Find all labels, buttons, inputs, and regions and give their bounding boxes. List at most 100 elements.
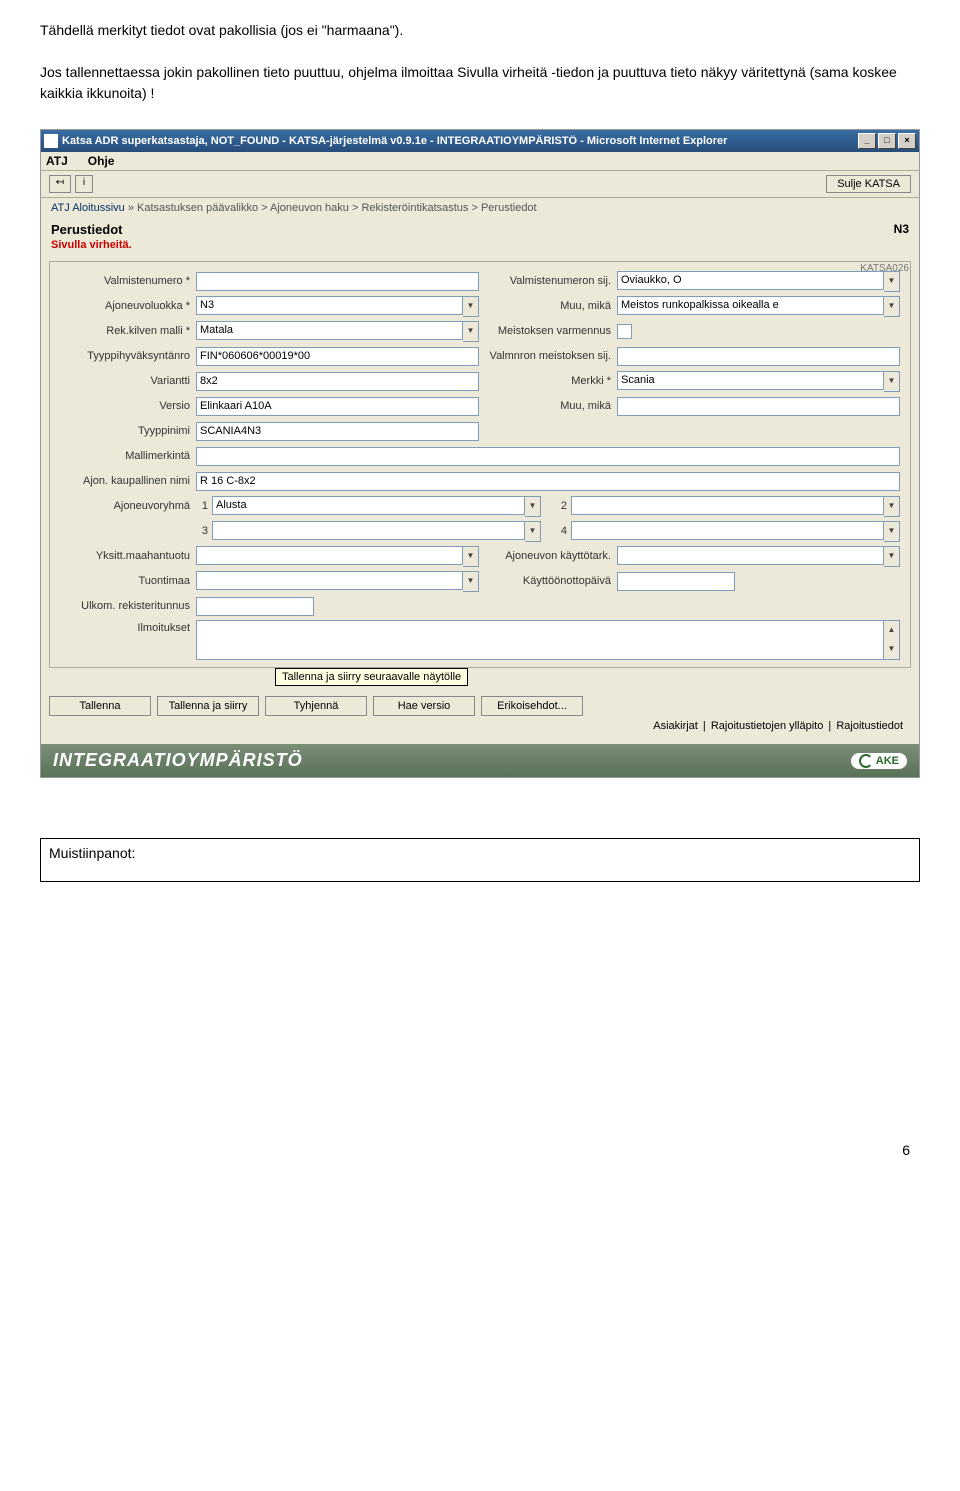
av-num-4: 4 [555,525,567,537]
scrollbar[interactable]: ▲▼ [884,620,900,660]
select-av4[interactable] [571,521,884,540]
input-meistsij[interactable] [617,347,900,366]
input-mallimerkinta[interactable] [196,447,900,466]
chevron-down-icon[interactable]: ▼ [525,496,541,517]
tooltip: Tallenna ja siirry seuraavalle näytölle [275,668,468,686]
input-valmistenumero[interactable] [196,272,479,291]
label-kayttoonotto: Käyttöönottopäivä [481,575,617,587]
label-mallimerkinta: Mallimerkintä [60,450,196,462]
select-av2[interactable] [571,496,884,515]
select-merkki[interactable]: Scania [617,371,884,390]
close-button[interactable]: × [898,133,916,149]
chevron-down-icon[interactable]: ▼ [884,546,900,567]
sulje-katsa-button[interactable]: Sulje KATSA [826,175,911,193]
chevron-down-icon[interactable]: ▼ [884,521,900,542]
select-av1[interactable]: Alusta [212,496,525,515]
vehicle-class-badge: N3 [894,222,909,237]
link-asiakirjat[interactable]: Asiakirjat [653,720,698,732]
nav-toolbar: ↤ i Sulje KATSA [41,171,919,198]
label-ulkom: Ulkom. rekisteritunnus [60,600,196,612]
footer-bar: INTEGRAATIOYMPÄRISTÖ AKE [41,744,919,777]
input-tyyppinimi[interactable]: SCANIA4N3 [196,422,479,441]
page-number: 6 [40,1142,920,1158]
label-valmistenumero: Valmistenumero * [60,275,196,287]
label-variantti: Variantti [60,375,196,387]
input-kayttoonotto[interactable] [617,572,735,591]
back-button[interactable]: ↤ [49,175,71,193]
input-ulkom[interactable] [196,597,314,616]
footer-title: INTEGRAATIOYMPÄRISTÖ [53,750,303,771]
window-titlebar: Katsa ADR superkatsastaja, NOT_FOUND - K… [41,130,919,152]
label-ajoneuvoluokka: Ajoneuvoluokka * [60,300,196,312]
input-tyyppihyv[interactable]: FIN*060606*00019*00 [196,347,479,366]
tyhjenna-button[interactable]: Tyhjennä [265,696,367,716]
label-muumika1: Muu, mikä [481,300,617,312]
label-valmsij: Valmistenumeron sij. [481,275,617,287]
error-message: Sivulla virheitä. [41,239,919,257]
ie-icon [44,134,58,148]
chevron-down-icon[interactable]: ▼ [884,371,900,392]
select-av3[interactable] [212,521,525,540]
label-meistsij: Valmnron meistoksen sij. [481,350,617,362]
input-kaupallinen[interactable]: R 16 C-8x2 [196,472,900,491]
intro-text: Tähdellä merkityt tiedot ovat pakollisia… [40,20,920,104]
screen-code: KATSA026 [860,263,909,274]
menu-atj[interactable]: ATJ [46,154,68,168]
chevron-down-icon[interactable]: ▼ [884,496,900,517]
breadcrumb-home[interactable]: ATJ Aloitussivu [51,202,125,214]
maximize-button[interactable]: □ [878,133,896,149]
select-rekkilven[interactable]: Matala [196,321,463,340]
label-merkki: Merkki * [481,375,617,387]
chevron-down-icon[interactable]: ▼ [884,296,900,317]
chevron-down-icon[interactable]: ▼ [463,546,479,567]
scroll-up-icon: ▲ [884,621,899,640]
av-num-1: 1 [196,500,208,512]
tallenna-siirry-button[interactable]: Tallenna ja siirry [157,696,259,716]
av-num-3: 3 [196,525,208,537]
label-varmennus: Meistoksen varmennus [481,325,617,337]
chevron-down-icon[interactable]: ▼ [463,296,479,317]
chevron-down-icon[interactable]: ▼ [525,521,541,542]
label-ilmoitukset: Ilmoitukset [60,620,196,634]
label-tyyppihyv: Tyyppihyväksyntänro [60,350,196,362]
select-kayttotark[interactable] [617,546,884,565]
input-muumika2[interactable] [617,397,900,416]
select-valmsij[interactable]: Oviaukko, O [617,271,884,290]
input-versio[interactable]: Elinkaari A10A [196,397,479,416]
notes-box: Muistiinpanot: [40,838,920,882]
browser-window: Katsa ADR superkatsastaja, NOT_FOUND - K… [40,129,920,778]
select-ajoneuvoluokka[interactable]: N3 [196,296,463,315]
minimize-button[interactable]: _ [858,133,876,149]
breadcrumb-rest: » Katsastuksen päävalikko > Ajoneuvon ha… [125,202,537,214]
input-variantti[interactable]: 8x2 [196,372,479,391]
label-muumika2: Muu, mikä [481,400,617,412]
breadcrumb: ATJ Aloitussivu » Katsastuksen päävalikk… [41,198,919,222]
chevron-down-icon[interactable]: ▼ [463,321,479,342]
checkbox-varmennus[interactable] [617,324,632,339]
scroll-down-icon: ▼ [884,640,899,659]
window-title: Katsa ADR superkatsastaja, NOT_FOUND - K… [62,135,858,147]
label-tyyppinimi: Tyyppinimi [60,425,196,437]
intro-p1: Tähdellä merkityt tiedot ovat pakollisia… [40,20,920,41]
menubar: ATJ Ohje [41,152,919,171]
label-ajoneuvoryhma: Ajoneuvoryhmä [60,500,196,512]
erikoisehdot-button[interactable]: Erikoisehdot... [481,696,583,716]
select-yksitt[interactable] [196,546,463,565]
label-rekkilven: Rek.kilven malli * [60,325,196,337]
textarea-ilmoitukset[interactable] [196,620,884,660]
chevron-down-icon[interactable]: ▼ [463,571,479,592]
select-tuontimaa[interactable] [196,571,463,590]
haeversio-button[interactable]: Hae versio [373,696,475,716]
ake-logo: AKE [851,753,907,769]
form-area: Valmistenumero * Ajoneuvoluokka *N3▼ Rek… [49,261,911,668]
label-kayttotark: Ajoneuvon käyttötark. [481,550,617,562]
intro-p2: Jos tallennettaessa jokin pakollinen tie… [40,62,920,104]
link-rajoitustiedot[interactable]: Rajoitustiedot [836,720,903,732]
menu-ohje[interactable]: Ohje [88,154,115,168]
select-muumika1[interactable]: Meistos runkopalkissa oikealla e [617,296,884,315]
link-rajoitus-yllapito[interactable]: Rajoitustietojen ylläpito [711,720,824,732]
bottom-links: Asiakirjat | Rajoitustietojen ylläpito |… [49,716,911,736]
label-kaupallinen: Ajon. kaupallinen nimi [60,475,196,487]
tallenna-button[interactable]: Tallenna [49,696,151,716]
nav-stop-icon[interactable]: i [75,175,93,193]
